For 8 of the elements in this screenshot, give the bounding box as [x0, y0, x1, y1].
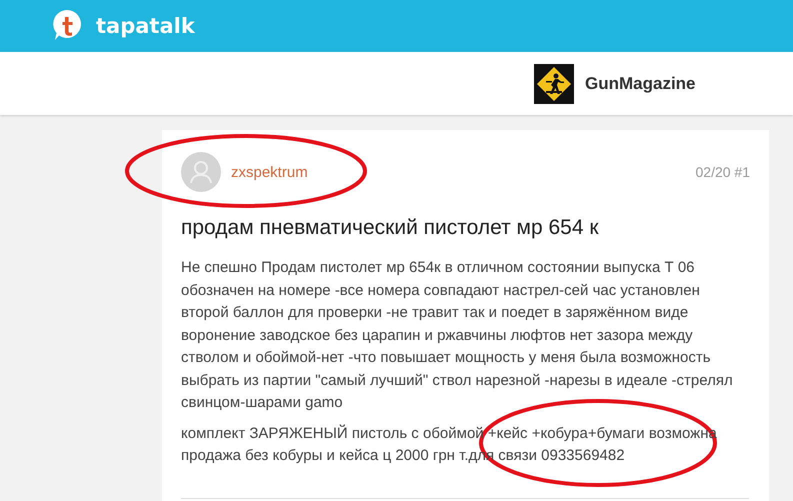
post-title: продам пневматический пистолет мр 654 к [181, 215, 600, 241]
forum-name[interactable]: GunMagazine [585, 74, 696, 94]
forum-logo-icon[interactable] [534, 64, 574, 104]
post-date: 02/20 #1 [696, 164, 750, 180]
avatar-icon [181, 152, 221, 192]
logo-text[interactable]: tapatalk [96, 14, 195, 38]
post-paragraph: Не спешно Продам пистолет мр 654к в отличном состоянии выпуска Т 06 обозначен на номере -все номера совпадают настрел-сей час установлен второй баллон для проверки -не травит так и поедет в заряжённом виде воронение заводское без царапин и ржавчины люфтов нет зазора между стволом и обоймой-нет -что повышает мощность у меня была возможность выбрать из партии "самый лучший" ствол нарезной -нарезы в идеале -стрелял свинцом-шарами gamo [181, 258, 734, 413]
author-name[interactable]: zxspektrum [231, 164, 308, 180]
